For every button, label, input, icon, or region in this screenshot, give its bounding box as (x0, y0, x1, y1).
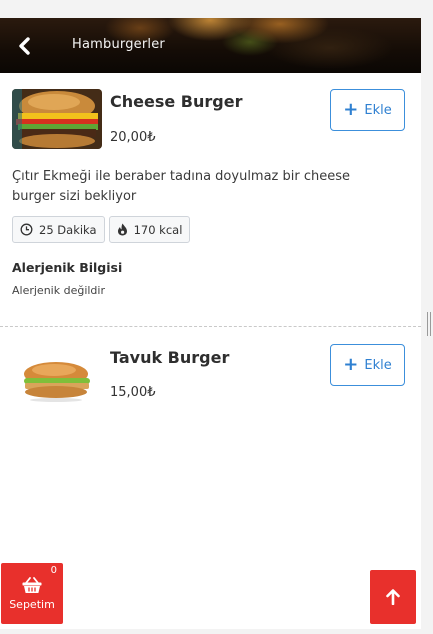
back-button[interactable] (12, 34, 36, 58)
plus-icon: + (343, 99, 359, 120)
allergen-title: Alerjenik Bilgisi (12, 260, 123, 275)
cart-count-badge: 0 (50, 565, 57, 576)
calorie-badge: 170 kcal (108, 216, 191, 243)
product-name: Cheese Burger (110, 92, 243, 111)
add-to-cart-button[interactable]: + Ekle (330, 344, 405, 386)
cart-label: Sepetim (9, 597, 55, 611)
page: Hamburgerler Cheese Burger 20,00₺ + Ekle… (0, 0, 433, 634)
scroll-to-top-button[interactable] (370, 570, 416, 624)
allergen-value: Alerjenik değildir (12, 284, 105, 297)
product-image-tavuk-burger (18, 348, 98, 408)
product-card: Tavuk Burger 15,00₺ + Ekle (0, 328, 421, 528)
page-title: Hamburgerler (72, 37, 165, 52)
product-image-cheese-burger (12, 89, 102, 149)
add-to-cart-button[interactable]: + Ekle (330, 89, 405, 131)
menu-panel: Hamburgerler Cheese Burger 20,00₺ + Ekle… (0, 18, 421, 629)
product-card: Cheese Burger 20,00₺ + Ekle Çıtır Ekmeği… (0, 73, 421, 326)
shopping-basket-icon (22, 576, 42, 593)
clock-icon (20, 223, 33, 236)
prep-time-badge: 25 Dakika (12, 216, 105, 243)
add-label: Ekle (364, 357, 392, 373)
flame-icon (117, 223, 127, 236)
calorie-label: 170 kcal (133, 222, 183, 237)
chevron-left-icon (19, 37, 30, 55)
scrollbar-handle[interactable] (427, 312, 431, 336)
prep-time-label: 25 Dakika (39, 222, 97, 237)
add-label: Ekle (364, 102, 392, 118)
arrow-up-icon (386, 589, 400, 605)
product-price: 15,00₺ (110, 385, 156, 400)
product-price: 20,00₺ (110, 130, 156, 145)
category-header: Hamburgerler (0, 18, 421, 73)
product-divider (0, 326, 421, 327)
cart-button[interactable]: 0 Sepetim (1, 563, 63, 624)
product-description: Çıtır Ekmeği ile beraber tadına doyulmaz… (12, 169, 351, 204)
plus-icon: + (343, 354, 359, 375)
product-badges: 25 Dakika 170 kcal (12, 216, 191, 243)
product-name: Tavuk Burger (110, 348, 230, 367)
